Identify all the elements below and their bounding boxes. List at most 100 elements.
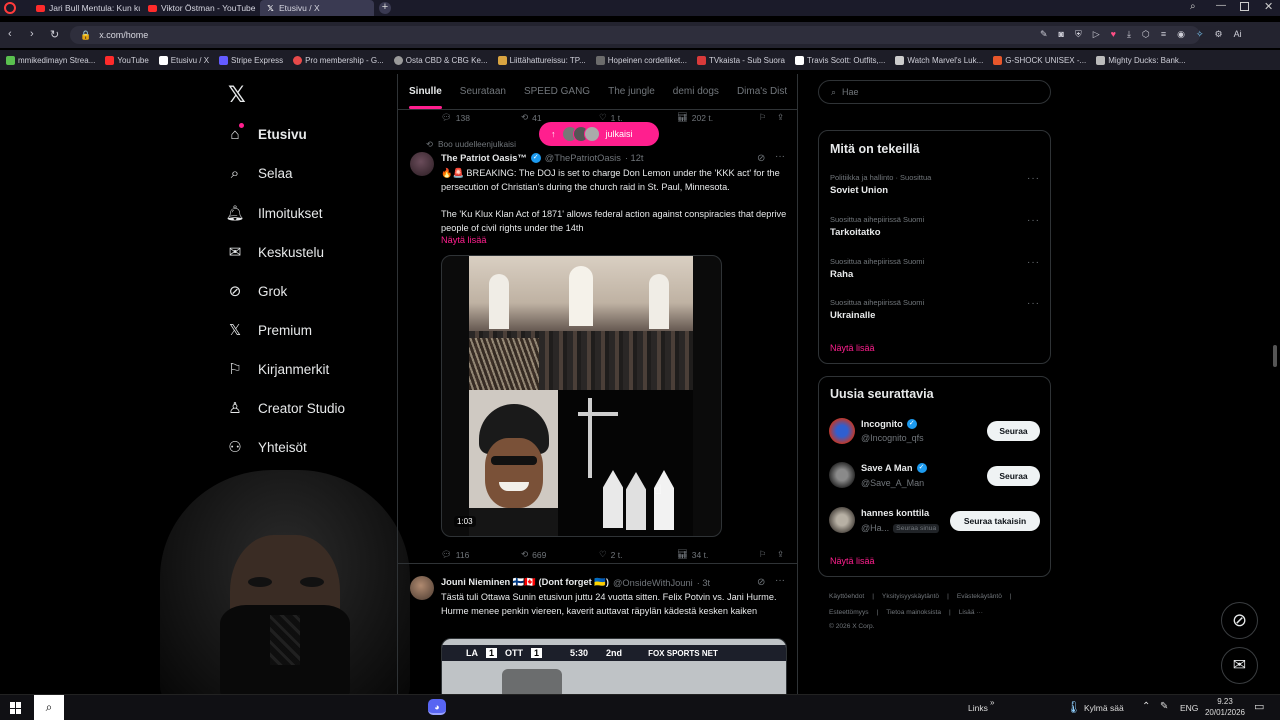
profile-icon[interactable]: ◉: [1177, 29, 1185, 40]
more-icon[interactable]: ···: [1027, 173, 1040, 184]
avatar[interactable]: [829, 462, 855, 488]
follow-name[interactable]: hannes konttila: [861, 508, 929, 518]
shield-icon[interactable]: ⛨: [1075, 29, 1082, 40]
tab-following[interactable]: Seurataan: [460, 86, 506, 97]
search-tabs-icon[interactable]: ⌕: [1190, 1, 1196, 12]
show-more-link[interactable]: Näytä lisää: [830, 556, 875, 566]
reply-button[interactable]: 💬︎ 116: [441, 549, 521, 560]
footer-link[interactable]: Evästekäytäntö: [957, 593, 1002, 600]
trend-item[interactable]: Raha: [830, 269, 853, 280]
show-more-link[interactable]: Näytä lisää: [441, 235, 486, 245]
sidebar-item-communities[interactable]: ⚇ Yhteisöt: [226, 436, 307, 458]
weather-label[interactable]: Kylmä sää: [1084, 703, 1124, 713]
menu-icon[interactable]: ≡: [1161, 29, 1166, 40]
footer-link[interactable]: Tietoa mainoksista: [886, 609, 941, 616]
settings-icon[interactable]: ⚙: [1215, 29, 1223, 40]
post-time[interactable]: · 3t: [697, 578, 710, 588]
author-name[interactable]: The Patriot Oasis™: [441, 153, 527, 163]
bookmark-item[interactable]: Travis Scott: Outfits,...: [794, 55, 885, 65]
views-button[interactable]: 📊︎ 202 t.: [677, 112, 759, 123]
trend-item[interactable]: Ukrainalle: [830, 310, 875, 321]
browser-tab[interactable]: Viktor Östman - YouTube: [142, 0, 258, 16]
maximize-button[interactable]: [1240, 2, 1249, 11]
tweet[interactable]: ⟲ Boo uudelleenjulkaisi The Patriot Oasi…: [398, 132, 797, 564]
bookmark-item[interactable]: Watch Marvel's Luk...: [895, 55, 983, 65]
more-icon[interactable]: ···: [1027, 257, 1040, 268]
minimize-button[interactable]: —: [1216, 0, 1226, 11]
tab-dimas-dist[interactable]: Dima's Dist: [737, 86, 787, 97]
page-scrollbar[interactable]: [1273, 345, 1277, 367]
sidebar-item-explore[interactable]: ⌕ Selaa: [226, 162, 293, 184]
avatar[interactable]: [410, 576, 434, 600]
forward-icon[interactable]: ›: [30, 28, 34, 40]
chevron-up-icon[interactable]: ⌃: [1142, 701, 1150, 712]
browser-tab-active[interactable]: 𝕏 Etusivu / X: [260, 0, 374, 16]
sidebar-item-notifications[interactable]: 🔔︎ Ilmoitukset: [225, 202, 322, 224]
more-icon[interactable]: ···: [775, 151, 785, 162]
repost-button[interactable]: ⟲ 669: [521, 549, 599, 560]
cube-icon[interactable]: ⬡: [1142, 29, 1150, 40]
post-time[interactable]: · 12t: [625, 153, 644, 163]
taskbar-search-icon[interactable]: ⌕: [34, 695, 64, 720]
close-window-button[interactable]: ✕: [1264, 0, 1273, 13]
clock[interactable]: 9.23 20/01/2026: [1202, 697, 1248, 717]
author-handle[interactable]: @ThePatriotOasis: [545, 153, 621, 163]
reload-icon[interactable]: ↻: [50, 28, 59, 41]
opera-logo-icon[interactable]: [4, 2, 16, 14]
browser-tab[interactable]: Jari Bull Mentula: Kun ku...: [30, 0, 140, 16]
avatar[interactable]: [410, 152, 434, 176]
aria-icon[interactable]: Ai: [1234, 29, 1242, 40]
sidebar-item-messages[interactable]: ✉ Keskustelu: [226, 241, 324, 263]
bookmark-item[interactable]: TVkaista - Sub Suora: [696, 55, 785, 65]
sidebar-item-grok[interactable]: ⊘ Grok: [226, 280, 288, 302]
follow-back-button[interactable]: Seuraa takaisin: [950, 511, 1040, 531]
taskbar-links[interactable]: Links: [968, 703, 988, 713]
follow-name[interactable]: Save A Man ✓: [861, 463, 927, 473]
bookmark-item[interactable]: G-SHOCK UNISEX -...: [993, 55, 1086, 65]
bookmark-item[interactable]: Etusivu / X: [158, 55, 209, 65]
tab-the-jungle[interactable]: The jungle: [608, 86, 655, 97]
bookmark-button[interactable]: ⚐: [759, 549, 777, 560]
sidebar-item-bookmarks[interactable]: ⚐ Kirjanmerkit: [226, 358, 329, 380]
trend-item[interactable]: Soviet Union: [830, 185, 888, 196]
heart-icon[interactable]: ♥: [1111, 29, 1116, 40]
grok-icon[interactable]: ⊘: [757, 577, 765, 588]
bookmark-item[interactable]: Mighty Ducks: Bank...: [1096, 55, 1186, 65]
more-icon[interactable]: ···: [1027, 215, 1040, 226]
new-tab-button[interactable]: +: [379, 2, 391, 14]
avatar[interactable]: [829, 418, 855, 444]
grok-float-button[interactable]: ⊘: [1221, 602, 1258, 639]
search-input[interactable]: ⌕ Hae: [818, 80, 1051, 104]
follow-name[interactable]: Incognito ✓: [861, 419, 917, 429]
x-home-logo[interactable]: 𝕏: [228, 82, 246, 108]
grok-icon[interactable]: ⊘: [757, 153, 765, 164]
bookmark-item[interactable]: Pro membership - G...: [293, 55, 384, 65]
back-icon[interactable]: ‹: [8, 28, 12, 40]
messages-float-button[interactable]: ✉: [1221, 647, 1258, 684]
like-button[interactable]: ♡ 2 t.: [599, 549, 677, 560]
sidebar-item-premium[interactable]: 𝕏 Premium: [226, 319, 312, 341]
tweet[interactable]: Jouni Nieminen 🇫🇮🇨🇦 (Dont forget 🇺🇦) @On…: [398, 568, 797, 694]
footer-link[interactable]: Yksityisyyskäytäntö: [882, 593, 939, 600]
footer-link[interactable]: Käyttöehdot: [829, 593, 864, 600]
bookmark-item[interactable]: Hopeinen cordelliket...: [595, 55, 687, 65]
avatar[interactable]: [829, 507, 855, 533]
tweet-video[interactable]: LA 1 OTT 1 5:30 2nd FOX SPORTS NET: [441, 638, 787, 694]
download-icon[interactable]: ⤓: [1127, 29, 1131, 40]
bookmark-item[interactable]: mmikedimayn Strea...: [6, 55, 95, 65]
more-icon[interactable]: ···: [1027, 298, 1040, 309]
edit-icon[interactable]: ✎: [1040, 29, 1048, 40]
author-handle[interactable]: @OnsideWithJouni: [613, 578, 693, 588]
tab-for-you[interactable]: Sinulle: [409, 86, 442, 109]
trend-item[interactable]: Tarkoitatko: [830, 227, 881, 238]
views-button[interactable]: 📊︎ 34 t.: [677, 549, 759, 560]
author-name[interactable]: Jouni Nieminen 🇫🇮🇨🇦 (Dont forget 🇺🇦): [441, 577, 609, 588]
pen-icon[interactable]: ✎: [1160, 701, 1168, 712]
share-button[interactable]: ⇪: [777, 112, 784, 123]
sidebar-item-home[interactable]: ⌂ Etusivu: [226, 123, 307, 145]
tweet-video[interactable]: 1:03 ☝: [441, 255, 722, 537]
sidebar-item-creator-studio[interactable]: ♙ Creator Studio: [226, 397, 345, 419]
footer-link[interactable]: Esteettömyys: [829, 609, 869, 616]
share-button[interactable]: ⇪: [777, 549, 784, 560]
bookmark-item[interactable]: Osta CBD & CBG Ke...: [393, 55, 488, 65]
